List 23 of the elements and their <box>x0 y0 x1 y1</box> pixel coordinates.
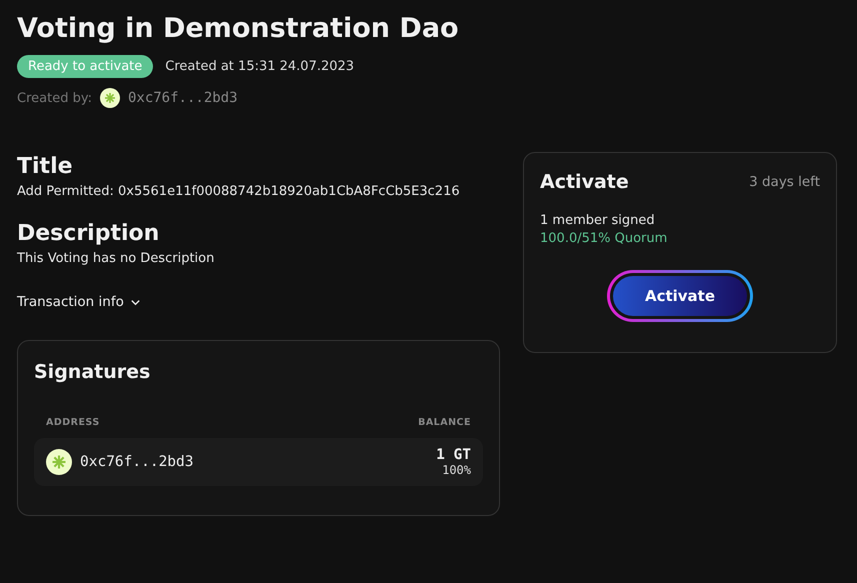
panel-heading: Signatures <box>34 360 152 385</box>
section-heading: Title <box>17 153 74 181</box>
created-at: Created at 15:31 24.07.2023 <box>165 59 354 74</box>
proposal-title: Add Permitted: 0x5561e11f00088742b18920ab1CbA8FcCb5E3c216 <box>17 184 461 199</box>
section-heading: Description <box>17 220 160 248</box>
time-left: 3 days left <box>749 174 820 190</box>
balance-amount: 1 GT <box>436 447 471 463</box>
created-by-label: Created by: <box>17 90 92 106</box>
creator-address: 0xc76f...2bd3 <box>128 90 238 106</box>
description-text: This Voting has no Description <box>17 251 216 266</box>
balance-share: 100% <box>442 463 471 477</box>
column-header: ADDRESS <box>46 417 100 428</box>
transaction-info-toggle[interactable]: Transaction info <box>17 294 141 310</box>
activate-button[interactable]: Activate <box>606 270 754 322</box>
signed-count: 1 member signed <box>540 213 656 228</box>
quorum-text: 100.0/51% Quorum <box>540 231 668 246</box>
page-title: Voting in Demonstration Dao <box>17 12 460 46</box>
column-header: BALANCE <box>418 417 471 428</box>
signer-address: 0xc76f...2bd3 <box>80 454 194 470</box>
status-badge: Ready to activate <box>17 55 154 78</box>
card-heading: Activate <box>540 171 629 193</box>
avatar-icon <box>100 88 120 108</box>
avatar-icon <box>46 449 72 475</box>
